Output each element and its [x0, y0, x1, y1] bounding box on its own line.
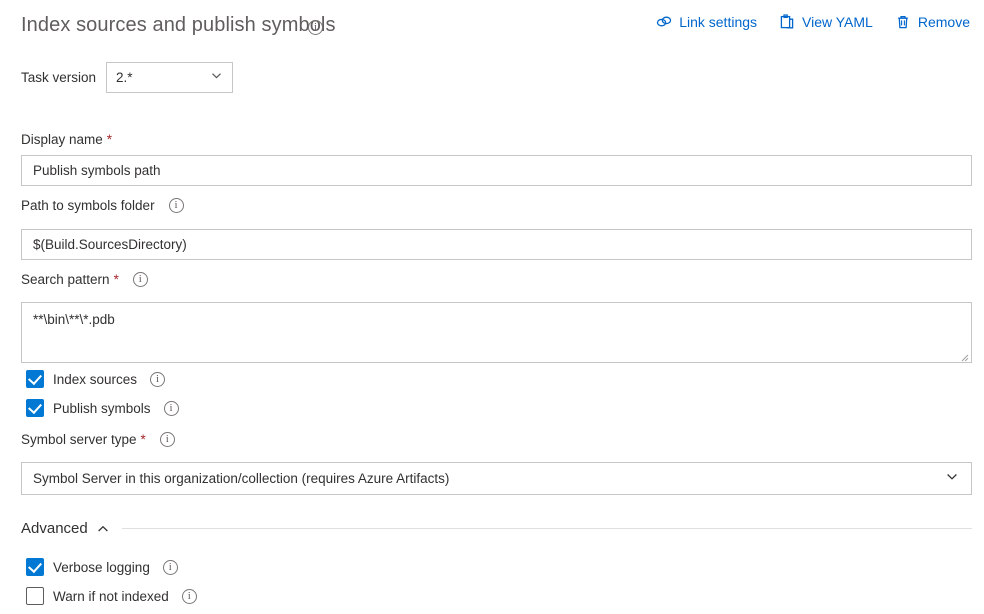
link-settings-label: Link settings	[679, 14, 757, 30]
chevron-up-icon	[96, 522, 110, 536]
header-actions: Link settings View YAML Remove	[656, 14, 970, 30]
title-info-icon[interactable]	[308, 19, 323, 37]
publish-symbols-label: Publish symbols	[53, 401, 151, 416]
view-yaml-button[interactable]: View YAML	[779, 14, 873, 30]
path-to-symbols-folder-label: Path to symbols folder	[21, 198, 184, 213]
page-title: Index sources and publish symbols	[21, 14, 336, 37]
search-pattern-value: **\bin\**\*.pdb	[33, 312, 115, 327]
clipboard-icon	[779, 14, 795, 30]
required-marker: *	[107, 132, 112, 147]
task-version-dropdown[interactable]: 2.*	[106, 62, 233, 93]
task-version-value: 2.*	[107, 70, 133, 85]
symbol-server-type-value: Symbol Server in this organization/colle…	[22, 471, 449, 486]
index-sources-checkbox[interactable]	[26, 370, 44, 388]
symbol-server-type-label: Symbol server type *	[21, 432, 175, 447]
chevron-down-icon	[210, 69, 223, 87]
warn-if-not-indexed-checkbox[interactable]	[26, 587, 44, 605]
path-to-symbols-folder-info-icon[interactable]	[169, 198, 184, 213]
search-pattern-info-icon[interactable]	[133, 272, 148, 287]
index-sources-info-icon[interactable]	[150, 372, 165, 387]
display-name-value: Publish symbols path	[33, 163, 161, 178]
warn-if-not-indexed-label: Warn if not indexed	[53, 589, 169, 604]
warn-if-not-indexed-checkbox-row[interactable]: Warn if not indexed	[26, 587, 197, 605]
display-name-label: Display name *	[21, 132, 112, 147]
chevron-down-icon	[945, 469, 959, 488]
publish-symbols-checkbox[interactable]	[26, 399, 44, 417]
page-header: Index sources and publish symbols Link s…	[0, 0, 984, 52]
verbose-logging-checkbox-row[interactable]: Verbose logging	[26, 558, 178, 576]
advanced-title: Advanced	[21, 520, 88, 537]
advanced-divider	[122, 528, 972, 529]
publish-symbols-checkbox-row[interactable]: Publish symbols	[26, 399, 179, 417]
task-version-row: Task version 2.*	[21, 62, 233, 93]
link-icon	[656, 14, 672, 30]
symbol-server-type-info-icon[interactable]	[160, 432, 175, 447]
link-settings-button[interactable]: Link settings	[656, 14, 757, 30]
path-to-symbols-folder-value: $(Build.SourcesDirectory)	[33, 237, 187, 252]
verbose-logging-info-icon[interactable]	[163, 560, 178, 575]
required-marker: *	[114, 272, 119, 287]
publish-symbols-info-icon[interactable]	[164, 401, 179, 416]
search-pattern-label: Search pattern *	[21, 272, 148, 287]
required-marker: *	[141, 432, 146, 447]
view-yaml-label: View YAML	[802, 14, 873, 30]
index-sources-checkbox-row[interactable]: Index sources	[26, 370, 165, 388]
trash-icon	[895, 14, 911, 30]
remove-label: Remove	[918, 14, 970, 30]
resize-handle[interactable]	[959, 350, 969, 360]
verbose-logging-checkbox[interactable]	[26, 558, 44, 576]
symbol-server-type-dropdown[interactable]: Symbol Server in this organization/colle…	[21, 462, 972, 495]
index-sources-label: Index sources	[53, 372, 137, 387]
advanced-section-header[interactable]: Advanced	[21, 520, 972, 537]
warn-if-not-indexed-info-icon[interactable]	[182, 589, 197, 604]
display-name-input[interactable]: Publish symbols path	[21, 155, 972, 186]
path-to-symbols-folder-input[interactable]: $(Build.SourcesDirectory)	[21, 229, 972, 260]
search-pattern-textarea[interactable]: **\bin\**\*.pdb	[21, 302, 972, 363]
verbose-logging-label: Verbose logging	[53, 560, 150, 575]
task-version-label: Task version	[21, 70, 96, 85]
remove-button[interactable]: Remove	[895, 14, 970, 30]
